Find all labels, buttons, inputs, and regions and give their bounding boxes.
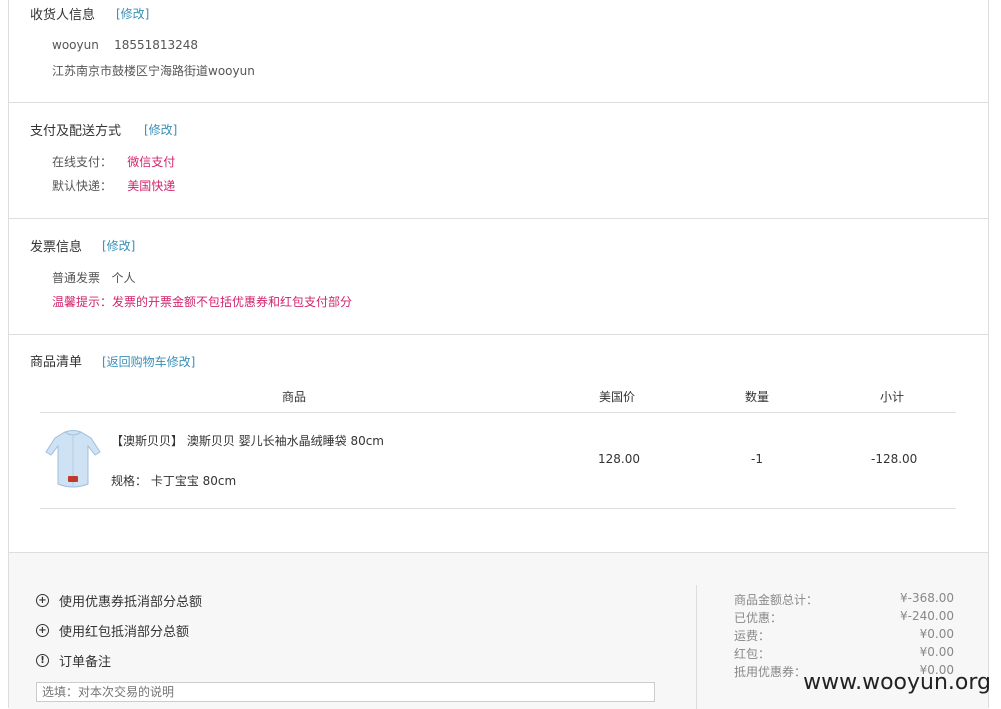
summary-total-label: 商品金额总计： [734, 593, 819, 607]
payment-section: 支付及配送方式 [修改] 在线支付： 微信支付 默认快递： 美国快递 [9, 103, 988, 219]
col-header-product: 商品 [282, 390, 307, 404]
order-confirm-panel: 收货人信息 [修改] wooyun 18551813248 江苏南京市鼓楼区宁海… [8, 0, 989, 709]
invoice-title: 发票信息 [30, 240, 83, 255]
invoice-edit-link[interactable]: [修改] [102, 237, 135, 254]
summary-total-value: ¥-368.00 [900, 591, 954, 605]
ship-method-value: 美国快递 [127, 179, 176, 193]
summary-divider [696, 585, 697, 709]
summary-shipping-label: 运费： [734, 629, 771, 643]
product-price: 128.00 [598, 452, 640, 466]
consignee-section: 收货人信息 [修改] wooyun 18551813248 江苏南京市鼓楼区宁海… [9, 0, 988, 103]
exclamation-circle-icon: ! [36, 654, 49, 667]
invoice-type-row: 普通发票 个人 [52, 269, 135, 286]
consignee-name: wooyun [52, 38, 99, 52]
invoice-section: 发票信息 [修改] 普通发票 个人 温馨提示：发票的开票金额不包括优惠券和红包支… [9, 219, 988, 335]
plus-circle-icon: + [36, 624, 49, 637]
col-header-subtotal: 小计 [880, 390, 905, 404]
payment-edit-link[interactable]: [修改] [144, 121, 177, 138]
payment-title: 支付及配送方式 [30, 124, 122, 139]
summary-discount-value: ¥-240.00 [900, 609, 954, 623]
product-thumbnail[interactable] [43, 428, 103, 492]
use-coupon-toggle[interactable]: + 使用优惠券抵消部分总额 [36, 591, 202, 610]
col-header-price: 美国价 [599, 390, 636, 404]
consignee-phone: 18551813248 [114, 38, 199, 52]
summary-redpacket-value: ¥0.00 [919, 645, 954, 659]
table-header-divider [40, 412, 956, 413]
use-redpacket-label: 使用红包抵消部分总额 [59, 625, 190, 640]
summary-discount-label: 已优惠： [734, 611, 783, 625]
goods-title: 商品清单 [30, 355, 83, 370]
invoice-owner: 个人 [111, 271, 136, 285]
col-header-qty: 数量 [745, 390, 770, 404]
product-subtotal: -128.00 [871, 452, 918, 466]
product-spec: 规格： 卡丁宝宝 80cm [111, 474, 237, 488]
use-coupon-label: 使用优惠券抵消部分总额 [59, 595, 203, 610]
pay-method-row: 在线支付： 微信支付 [52, 153, 175, 170]
invoice-type: 普通发票 [52, 271, 101, 285]
summary-shipping-value: ¥0.00 [919, 627, 954, 641]
consignee-title: 收货人信息 [30, 8, 96, 23]
back-to-cart-link[interactable]: [返回购物车修改] [102, 353, 195, 370]
plus-circle-icon: + [36, 594, 49, 607]
product-qty: -1 [751, 452, 763, 466]
table-bottom-divider [40, 508, 956, 509]
pay-method-label: 在线支付： [52, 155, 113, 169]
summary-redpacket-label: 红包： [734, 647, 771, 661]
order-note-toggle[interactable]: ! 订单备注 [36, 651, 111, 670]
consignee-name-phone: wooyun 18551813248 [52, 38, 198, 52]
invoice-notice: 温馨提示：发票的开票金额不包括优惠券和红包支付部分 [52, 295, 353, 309]
consignee-address: 江苏南京市鼓楼区宁海路街道wooyun [52, 64, 255, 78]
pay-method-value: 微信支付 [127, 155, 176, 169]
product-name[interactable]: 【澳斯贝贝】 澳斯贝贝 婴儿长袖水晶绒睡袋 80cm [111, 432, 384, 449]
consignee-edit-link[interactable]: [修改] [116, 5, 149, 22]
use-redpacket-toggle[interactable]: + 使用红包抵消部分总额 [36, 621, 189, 640]
ship-method-row: 默认快递： 美国快递 [52, 177, 175, 194]
order-note-input[interactable] [36, 682, 655, 702]
order-note-label: 订单备注 [59, 655, 112, 670]
watermark-text: www.wooyun.org [803, 670, 991, 695]
ship-method-label: 默认快递： [52, 179, 113, 193]
summary-coupon-label: 抵用优惠券： [734, 665, 807, 679]
